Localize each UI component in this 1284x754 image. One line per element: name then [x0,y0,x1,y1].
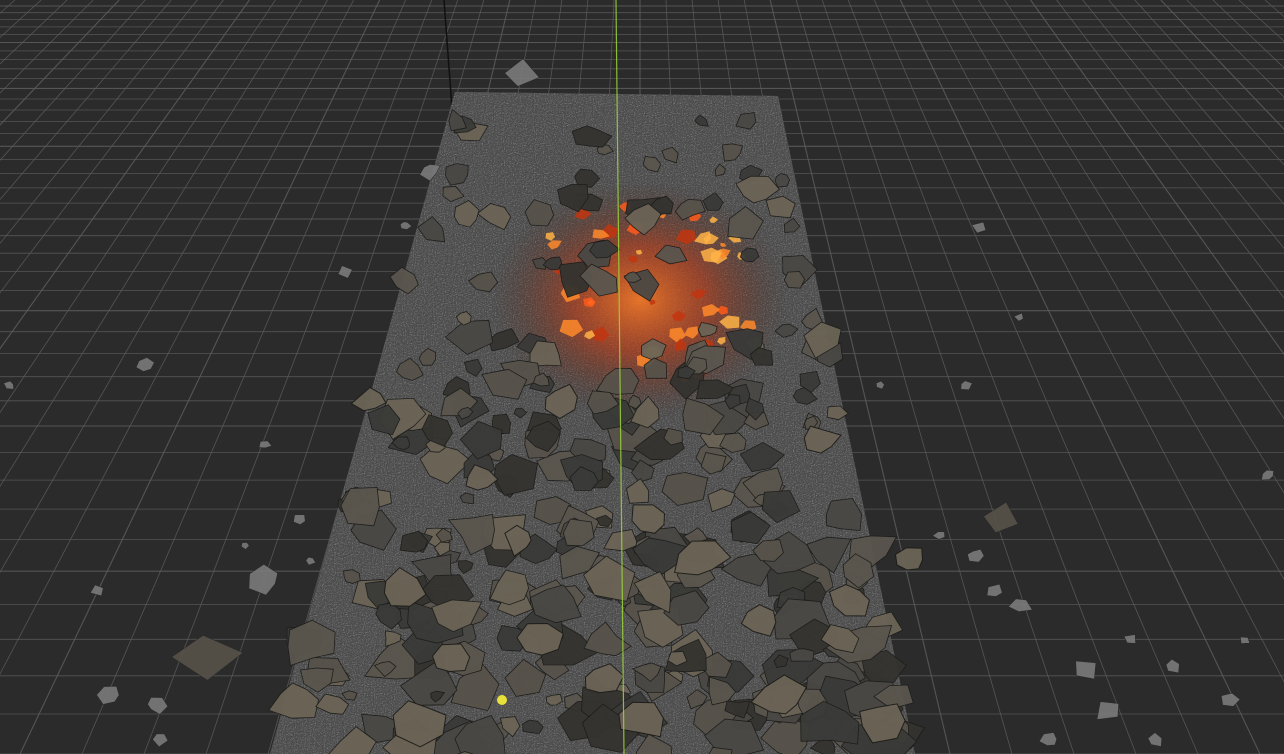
debris-shard[interactable] [240,542,250,550]
debris-shard[interactable] [931,531,946,540]
debris-shard[interactable] [135,357,155,372]
boulder[interactable] [894,547,924,571]
debris-shard[interactable] [875,380,885,390]
debris-shard[interactable] [1075,660,1097,680]
rubble-chunk[interactable] [789,648,815,662]
debris-shard[interactable] [96,685,120,705]
debris-shard[interactable] [504,58,540,87]
debris-shard[interactable] [337,265,353,279]
debris-shard[interactable] [1123,634,1136,644]
debris-shard[interactable] [1007,598,1033,613]
debris-shard[interactable] [152,733,169,748]
debris-shard[interactable] [305,556,317,566]
debris-shard[interactable] [1147,732,1163,747]
debris-shard[interactable] [960,380,973,391]
debris-shard[interactable] [1261,469,1275,481]
debris-shard[interactable] [89,584,104,597]
debris-shard[interactable] [171,634,244,681]
3d-viewport[interactable] [0,0,1284,754]
debris-shard[interactable] [1038,732,1058,746]
debris-shard[interactable] [1096,701,1120,720]
debris-shard[interactable] [293,514,306,526]
debris-shard[interactable] [967,548,985,563]
debris-shard[interactable] [258,440,273,449]
debris-shard[interactable] [399,221,413,230]
debris-shard[interactable] [983,501,1019,534]
debris-shard[interactable] [986,583,1003,597]
debris-shard[interactable] [1220,692,1241,707]
debris-shard[interactable] [1240,636,1251,644]
rubble-chunk[interactable] [826,405,849,421]
debris-shard[interactable] [3,380,15,390]
object-pivot-point[interactable] [497,695,507,705]
viewport-canvas[interactable] [0,0,1284,754]
debris-shard[interactable] [248,563,279,596]
debris-shard[interactable] [1013,312,1024,322]
debris-shard[interactable] [1165,658,1180,674]
